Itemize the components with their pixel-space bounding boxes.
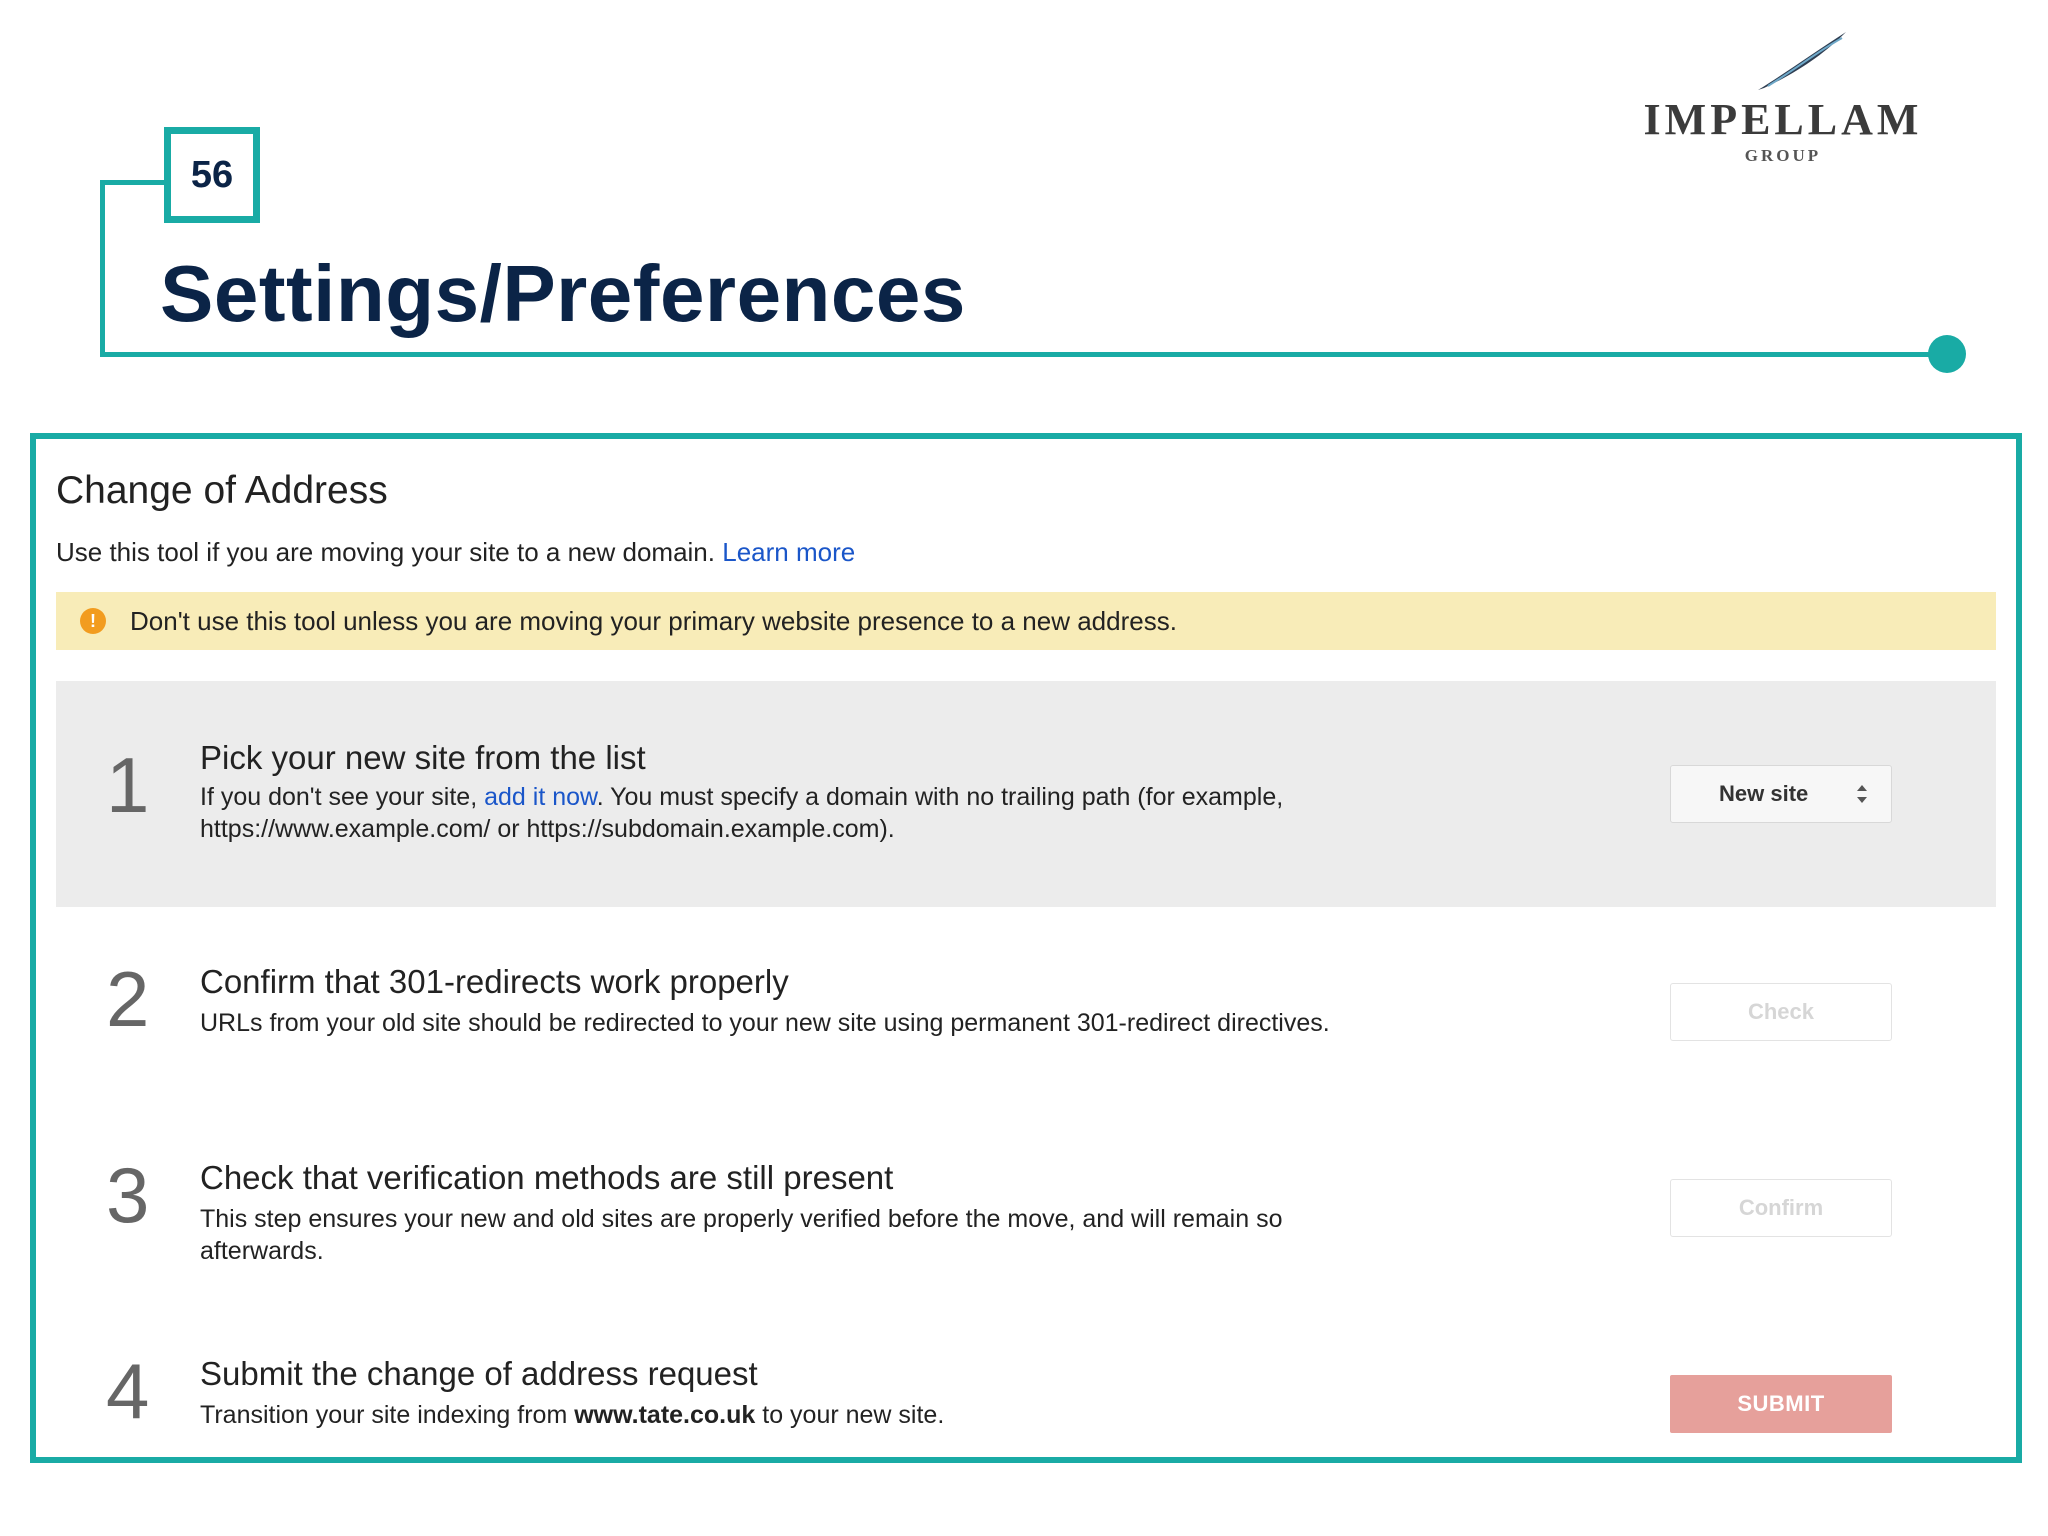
warning-text: Don't use this tool unless you are movin… [130, 605, 1177, 636]
submit-button[interactable]: SUBMIT [1670, 1375, 1892, 1433]
step-title: Submit the change of address request [200, 1355, 758, 1392]
step-number: 2 [106, 955, 150, 1043]
header-rule [100, 352, 1948, 357]
page-number: 56 [164, 127, 260, 223]
add-it-now-link[interactable]: add it now [484, 783, 597, 811]
feather-icon [1758, 32, 1846, 90]
step-title: Check that verification methods are stil… [200, 1159, 894, 1196]
new-site-select[interactable]: New site [1670, 765, 1892, 823]
step-4: 4 Submit the change of address request T… [56, 1299, 1996, 1457]
learn-more-link[interactable]: Learn more [722, 537, 855, 567]
header-bracket-top [100, 180, 166, 185]
header-bracket-line [100, 180, 105, 357]
logo-wordmark: IMPELLAM [1643, 95, 1923, 144]
step-number: 3 [106, 1151, 150, 1239]
intro-text: Use this tool if you are moving your sit… [56, 537, 715, 567]
select-value: New site [1719, 781, 1809, 806]
confirm-button[interactable]: Confirm [1670, 1179, 1892, 1237]
logo-subtitle: GROUP [1744, 146, 1822, 165]
step-desc-text: to your new site. [755, 1401, 945, 1429]
change-of-address-panel: Change of Address Use this tool if you a… [30, 433, 2022, 1463]
old-domain: www.tate.co.uk [574, 1401, 756, 1429]
step-description: URLs from your old site should be redire… [200, 1009, 1330, 1037]
step-1: 1 Pick your new site from the list If yo… [56, 681, 1996, 907]
step-number: 1 [106, 741, 150, 829]
step-title: Confirm that 301-redirects work properly [200, 963, 789, 1000]
warning-icon: ! [80, 608, 106, 634]
step-2: 2 Confirm that 301-redirects work proper… [56, 907, 1996, 1103]
impellam-logo: IMPELLAM GROUP [1618, 30, 1948, 170]
warning-banner: ! Don't use this tool unless you are mov… [56, 592, 1996, 650]
header-rule-dot [1928, 335, 1966, 373]
step-number: 4 [106, 1347, 150, 1435]
panel-intro: Use this tool if you are moving your sit… [56, 537, 855, 568]
step-desc-text: If you don't see your site, [200, 783, 485, 811]
check-button[interactable]: Check [1670, 983, 1892, 1041]
select-arrows-icon [1857, 785, 1867, 803]
step-description: If you don't see your site, add it now. … [200, 781, 1400, 845]
step-description: Transition your site indexing from www.t… [200, 1399, 1400, 1431]
panel-heading: Change of Address [56, 469, 388, 512]
step-3: 3 Check that verification methods are st… [56, 1103, 1996, 1299]
step-title: Pick your new site from the list [200, 739, 646, 776]
step-desc-text: Transition your site indexing from [200, 1401, 575, 1429]
step-description: This step ensures your new and old sites… [200, 1205, 1283, 1265]
slide-title: Settings/Preferences [160, 249, 966, 338]
